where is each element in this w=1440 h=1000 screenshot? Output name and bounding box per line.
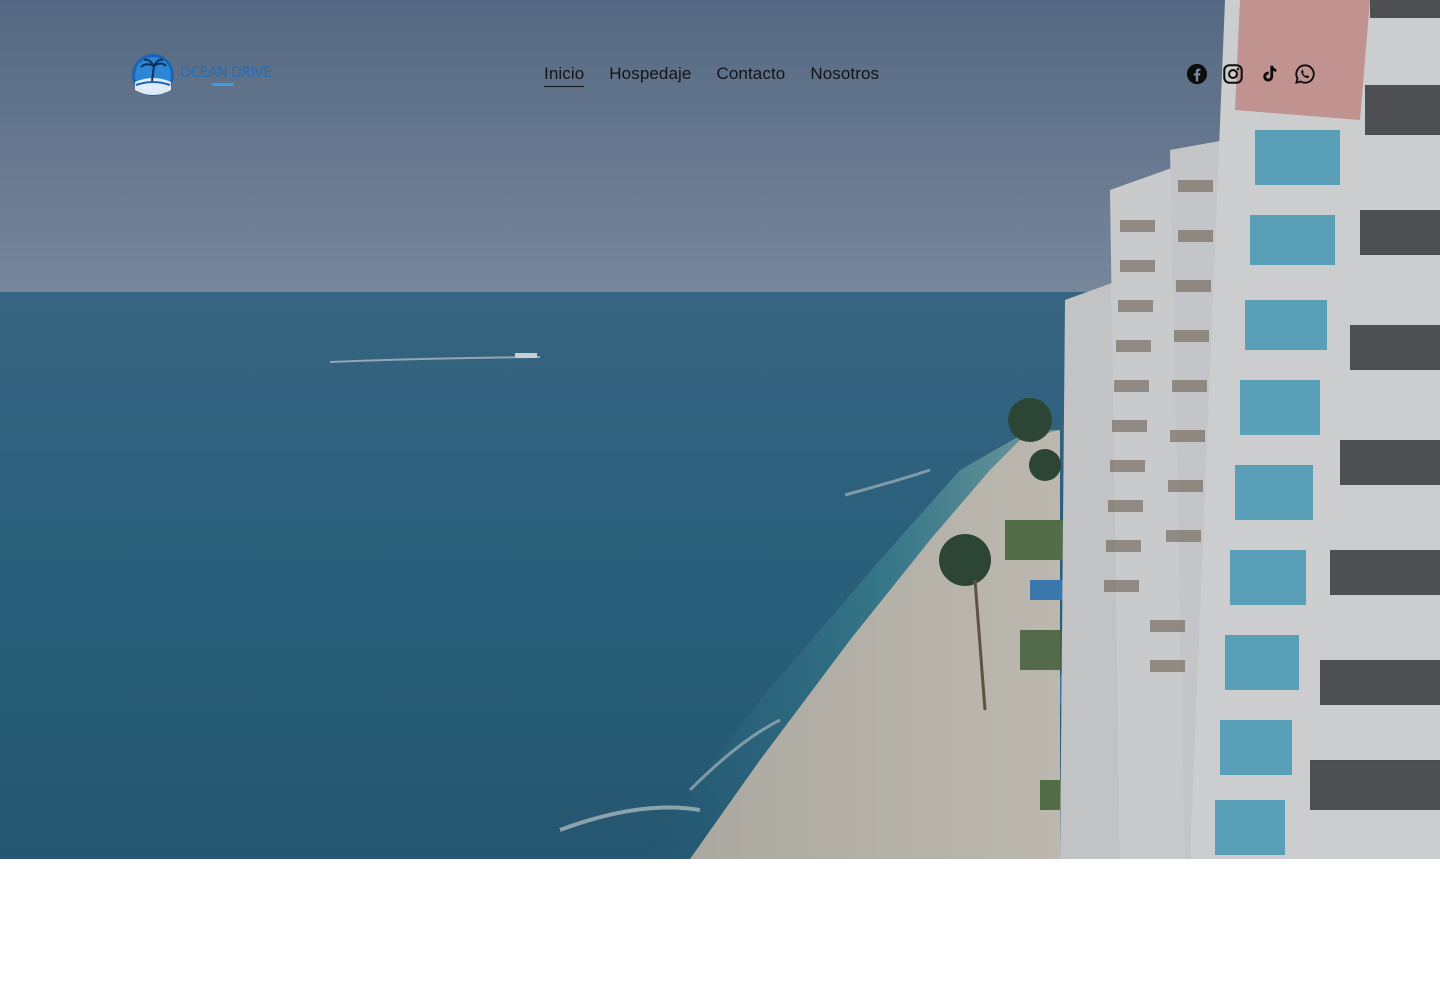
social-links — [1186, 62, 1316, 86]
palm-island-logo-icon — [132, 54, 174, 96]
content-area — [0, 859, 1440, 1000]
tiktok-icon[interactable] — [1258, 62, 1280, 86]
nav-item-contacto[interactable]: Contacto — [716, 64, 785, 87]
brand-name: OCEAN DRIVE — [180, 65, 272, 81]
nav-item-inicio[interactable]: Inicio — [544, 64, 585, 87]
brand-underline — [212, 83, 234, 86]
facebook-icon[interactable] — [1186, 62, 1208, 86]
nav-item-hospedaje[interactable]: Hospedaje — [609, 64, 691, 87]
nav-item-nosotros[interactable]: Nosotros — [810, 64, 879, 87]
site-header: OCEAN DRIVE Inicio Hospedaje Contacto No… — [0, 0, 1440, 150]
brand-logo[interactable]: OCEAN DRIVE — [130, 52, 275, 98]
whatsapp-icon[interactable] — [1294, 62, 1316, 86]
main-navigation: Inicio Hospedaje Contacto Nosotros — [544, 64, 879, 87]
instagram-icon[interactable] — [1222, 62, 1244, 86]
